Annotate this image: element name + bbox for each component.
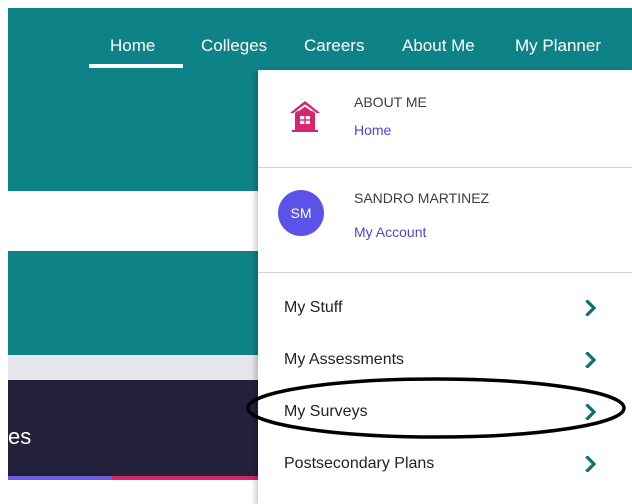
user-name: SANDRO MARTINEZ (354, 190, 490, 206)
menu-item-label: Postsecondary Plans (284, 455, 435, 472)
menu-item-my-surveys[interactable]: My Surveys (258, 386, 632, 438)
menu-item-label: My Surveys (284, 403, 368, 420)
my-account-link[interactable]: My Account (354, 224, 426, 240)
nav-active-indicator (89, 64, 183, 68)
chevron-right-icon (585, 300, 597, 316)
menu-item-label: My Stuff (284, 299, 343, 316)
about-me-heading: ABOUT ME (354, 94, 427, 110)
house-icon (290, 101, 320, 132)
banner-heading: es (8, 424, 32, 449)
top-navigation: Home Colleges Careers About Me My Planne… (0, 0, 632, 70)
about-me-home-link[interactable]: Home (354, 122, 391, 138)
nav-item-about-me[interactable]: About Me (402, 36, 475, 56)
chevron-right-icon (585, 456, 597, 472)
nav-item-colleges[interactable]: Colleges (201, 36, 267, 56)
chevron-right-icon (585, 352, 597, 368)
menu-item-my-stuff[interactable]: My Stuff (258, 282, 632, 334)
user-section: SM SANDRO MARTINEZ My Account (258, 168, 632, 273)
about-me-dropdown: ABOUT ME Home SM SANDRO MARTINEZ My Acco… (258, 70, 632, 504)
about-me-section: ABOUT ME Home (258, 70, 632, 168)
nav-item-careers[interactable]: Careers (304, 36, 364, 56)
nav-item-home[interactable]: Home (110, 36, 155, 56)
menu-item-my-assessments[interactable]: My Assessments (258, 334, 632, 386)
avatar: SM (278, 190, 324, 236)
menu-item-label: My Assessments (284, 351, 405, 368)
accent-bar-purple (8, 476, 112, 480)
chevron-right-icon (585, 404, 597, 420)
nav-item-my-planner[interactable]: My Planner (515, 36, 601, 56)
menu-item-postsecondary-plans[interactable]: Postsecondary Plans (258, 438, 632, 490)
